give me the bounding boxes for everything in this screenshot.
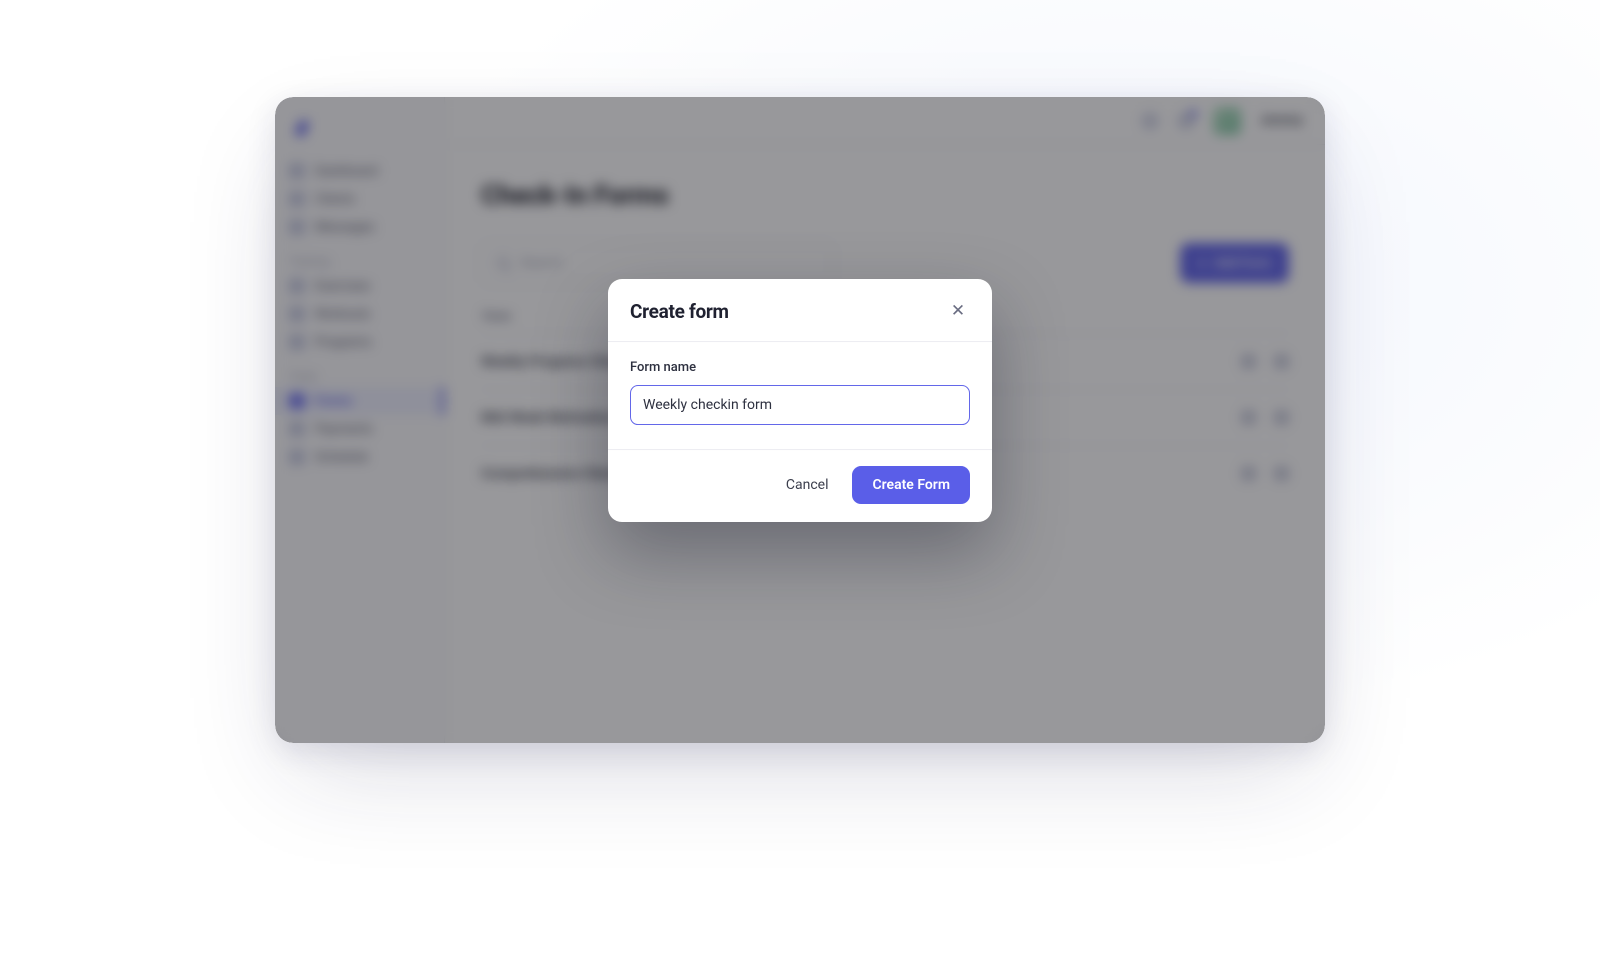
cancel-button[interactable]: Cancel (772, 467, 843, 503)
app-frame: Dashboard Clients Messages Training Exer… (275, 97, 1325, 743)
create-form-modal: Create form ✕ Form name Cancel Create Fo… (608, 279, 992, 522)
form-name-input[interactable] (630, 385, 970, 425)
modal-footer: Cancel Create Form (608, 450, 992, 522)
modal-title: Create form (630, 300, 729, 323)
create-form-button[interactable]: Create Form (852, 466, 970, 504)
modal-header: Create form ✕ (608, 279, 992, 341)
close-icon[interactable]: ✕ (946, 299, 970, 323)
form-name-label: Form name (630, 360, 970, 375)
modal-body: Form name (608, 342, 992, 449)
